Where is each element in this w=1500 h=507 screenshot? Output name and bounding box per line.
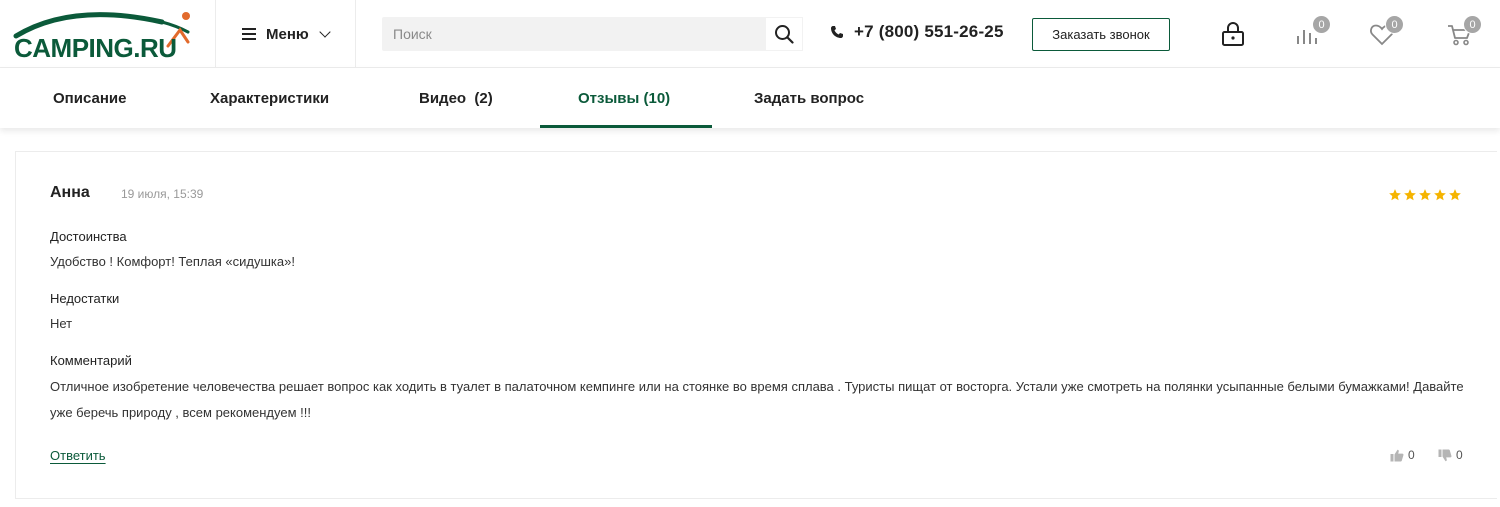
lock-icon — [1222, 22, 1244, 46]
search-button[interactable] — [765, 17, 803, 51]
hamburger-icon — [242, 28, 256, 40]
comment-text: Отличное изобретение человечества решает… — [50, 379, 1464, 420]
review-card — [15, 151, 1497, 499]
thumbs-down-icon — [1438, 449, 1452, 461]
logo-text: CAMPING.RU — [14, 33, 177, 64]
dislike-button[interactable]: 0 — [1438, 448, 1463, 462]
reply-link[interactable]: Ответить — [50, 448, 106, 463]
star-icon — [1434, 189, 1446, 201]
compare-count-badge: 0 — [1312, 15, 1331, 34]
menu-button[interactable]: Меню — [242, 22, 331, 46]
comment-title: Комментарий — [50, 353, 132, 368]
review-author: Анна — [50, 184, 90, 201]
tab-description[interactable]: Описание — [53, 68, 126, 128]
review-date: 19 июля, 15:39 — [121, 187, 204, 201]
cart-count-badge: 0 — [1463, 15, 1482, 34]
tab-ask-question[interactable]: Задать вопрос — [754, 68, 864, 128]
header-divider — [355, 0, 356, 68]
tab-characteristics[interactable]: Характеристики — [210, 68, 329, 128]
logo-ru-text: RU — [140, 33, 177, 63]
search-box — [382, 17, 803, 51]
logo-main-text: CAMPING. — [14, 33, 141, 63]
search-icon — [775, 25, 794, 44]
thumbs-up-icon — [1390, 449, 1404, 461]
tab-video[interactable]: Видео (2) — [419, 68, 493, 128]
site-logo[interactable]: CAMPING.RU — [12, 8, 202, 64]
account-button[interactable] — [1219, 20, 1247, 48]
star-icon — [1404, 189, 1416, 201]
review-rating — [1388, 188, 1462, 202]
cart-button[interactable]: 0 — [1446, 15, 1482, 48]
pros-title: Достоинства — [50, 229, 127, 244]
like-count: 0 — [1408, 448, 1415, 462]
product-tabs: Описание Характеристики Видео (2) Отзывы… — [0, 68, 1500, 128]
cons-text: Нет — [50, 316, 73, 331]
favorites-button[interactable]: 0 — [1368, 15, 1404, 48]
callback-button[interactable]: Заказать звонок — [1032, 18, 1170, 51]
menu-label: Меню — [266, 25, 309, 43]
like-button[interactable]: 0 — [1390, 448, 1415, 462]
site-header: CAMPING.RU Меню +7 (800) 551-26-25 Заказ… — [0, 0, 1500, 68]
phone-number: +7 (800) 551-26-25 — [854, 22, 1004, 41]
star-icon — [1449, 189, 1461, 201]
phone-icon — [831, 26, 843, 38]
cons-title: Недостатки — [50, 291, 120, 306]
dislike-count: 0 — [1456, 448, 1463, 462]
compare-button[interactable]: 0 — [1294, 15, 1331, 48]
active-tab-indicator — [540, 125, 712, 128]
pros-text: Удобство ! Комфорт! Теплая «сидушка»! — [50, 254, 295, 269]
chevron-down-icon — [319, 25, 331, 38]
header-divider — [215, 0, 216, 68]
star-icon — [1389, 189, 1401, 201]
tab-reviews[interactable]: Отзывы (10) — [578, 68, 670, 128]
star-icon — [1419, 189, 1431, 201]
phone-link[interactable]: +7 (800) 551-26-25 — [830, 22, 1004, 42]
favorites-count-badge: 0 — [1385, 15, 1404, 34]
search-input[interactable] — [382, 17, 765, 51]
